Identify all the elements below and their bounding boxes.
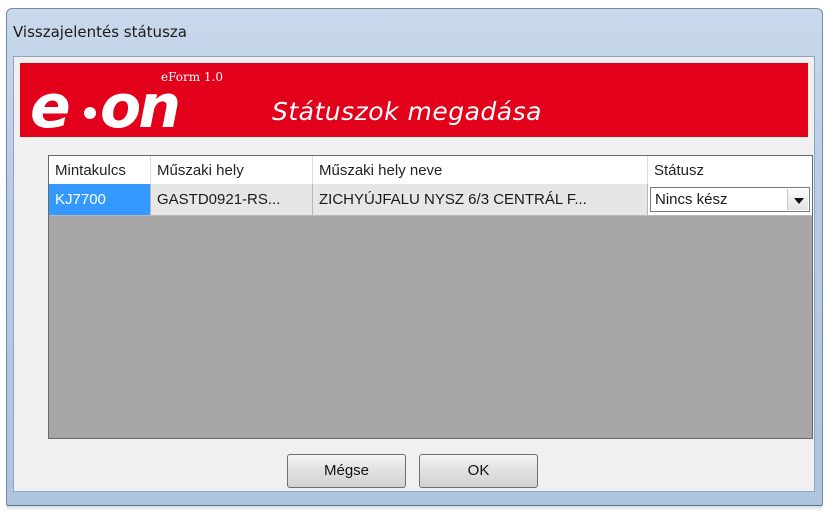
banner-title: Státuszok megadása	[272, 97, 542, 126]
eform-version-label: eForm 1.0	[161, 70, 224, 84]
column-header-muszaki-hely-neve[interactable]: Műszaki hely neve	[313, 156, 648, 184]
column-header-statusz[interactable]: Státusz	[648, 156, 812, 184]
window-title: Visszajelentés státusza	[13, 23, 187, 41]
eon-banner: e on eForm 1.0 Státuszok megadása	[20, 63, 808, 137]
chevron-down-icon[interactable]	[787, 189, 808, 210]
grid-header: Mintakulcs Műszaki hely Műszaki hely nev…	[49, 156, 812, 185]
column-header-muszaki-hely[interactable]: Műszaki hely	[151, 156, 313, 184]
ok-button[interactable]: OK	[419, 454, 538, 488]
title-bar[interactable]: Visszajelentés státusza	[7, 9, 822, 51]
status-grid[interactable]: Mintakulcs Műszaki hely Műszaki hely nev…	[48, 155, 813, 439]
cell-muszaki-hely[interactable]: GASTD0921-RS...	[151, 184, 313, 215]
column-header-mintakulcs[interactable]: Mintakulcs	[49, 156, 151, 184]
svg-text:e: e	[30, 72, 69, 135]
cell-muszaki-hely-neve[interactable]: ZICHYÚJFALU NYSZ 6/3 CENTRÁL F...	[313, 184, 648, 215]
dialog-window: Visszajelentés státusza e on eForm 1.0 S…	[6, 8, 823, 511]
cell-mintakulcs[interactable]: KJ7700	[49, 184, 151, 215]
cancel-button[interactable]: Mégse	[287, 454, 406, 488]
dialog-body: e on eForm 1.0 Státuszok megadása Mintak…	[13, 56, 815, 492]
status-dropdown-value: Nincs kész	[655, 191, 728, 208]
status-dropdown[interactable]: Nincs kész	[650, 187, 810, 212]
